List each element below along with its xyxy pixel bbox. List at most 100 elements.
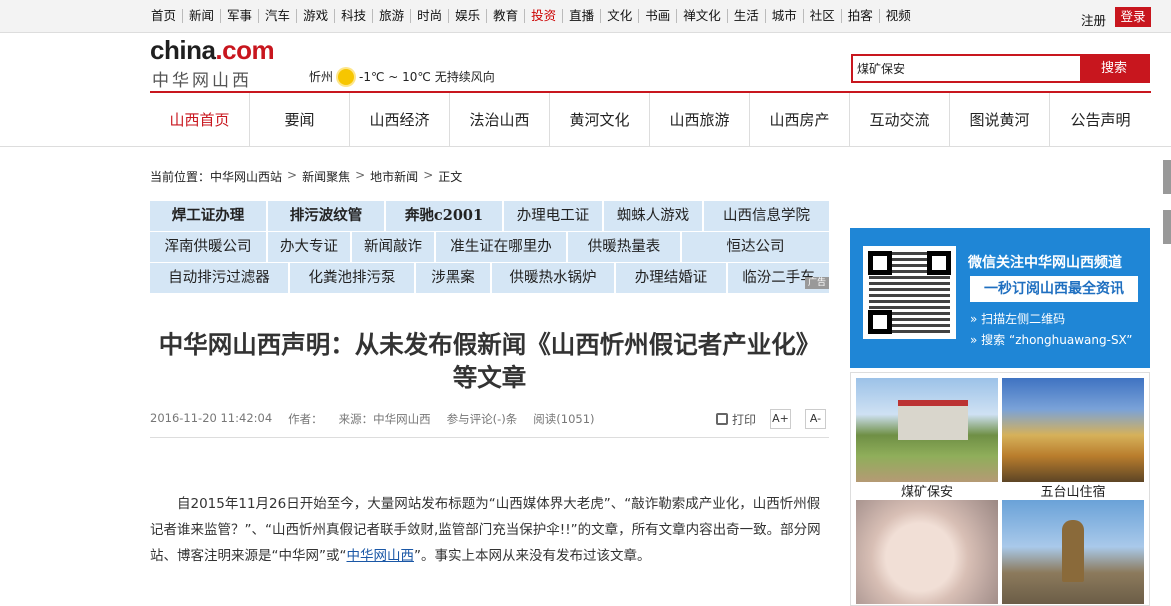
ad-link[interactable]: 办大专证 [268,232,350,262]
ad-link[interactable]: 涉黑案 [416,263,490,293]
topnav-item[interactable]: 时尚 [411,9,450,23]
topnav-item[interactable]: 军事 [221,9,260,23]
topnav-item[interactable]: 新闻 [183,9,222,23]
topnav-item[interactable]: 汽车 [259,9,298,23]
mainnav-item[interactable]: 公告声明 [1050,93,1151,147]
topnav-item[interactable]: 娱乐 [449,9,488,23]
photo-baby[interactable] [856,500,998,604]
ad-tag: 广告 [804,277,829,289]
topnav-item[interactable]: 生活 [728,9,766,23]
register-link[interactable]: 注册 [1081,10,1106,29]
weather-city: 忻州 [309,70,334,84]
mainnav-item[interactable]: 山西旅游 [650,93,750,147]
topnav-item[interactable]: 城市 [766,9,804,23]
photo-wutaishan[interactable] [1002,378,1144,482]
login-button[interactable]: 登录 [1115,7,1151,27]
ad-row: 浑南供暖公司 办大专证 新闻敲诈 准生证在哪里办 供暖热量表 恒达公司 [150,232,829,262]
ad-link[interactable]: 排污波纹管 [268,201,384,231]
breadcrumb-item[interactable]: 中华网山西站 [210,168,282,185]
ad-row: 自动排污过滤器 化粪池排污泵 涉黑案 供暖热水锅炉 办理结婚证 临汾二手车 [150,263,829,293]
mainnav-item[interactable]: 山西经济 [350,93,450,147]
mainnav-item[interactable]: 山西首页 [150,93,250,147]
photo-caption[interactable]: 五台山住宿 [1002,481,1144,500]
print-icon[interactable] [716,413,728,425]
search-button[interactable]: 搜索 [1080,56,1148,81]
article-meta: 2016-11-20 11:42:04 作者： 来源：中华网山西 参与评论(-)… [150,411,595,427]
topnav-item[interactable]: 书画 [639,9,678,23]
photo-buddha[interactable] [1002,500,1144,604]
ad-link[interactable]: 准生证在哪里办 [436,232,566,262]
breadcrumb-label: 当前位置： [150,170,211,184]
logo-subtitle: 中华网山西 [152,71,252,91]
qr-corner [927,251,951,275]
qr-corner [868,310,892,334]
wechat-hint-search: » 搜索 “zhonghuawang-SX” [970,333,1133,347]
font-increase-button[interactable]: A+ [770,409,792,429]
topnav-item[interactable]: 视频 [880,9,917,23]
top-nav: 首页 新闻 军事 汽车 游戏 科技 旅游 时尚 娱乐 教育 投资 直播 文化 书画 禅文化 生活 城市 社区 拍客视… [148,9,917,23]
paragraph-text-end: ”。事实上本网从来没有发布过该文章。 [413,548,651,564]
photo-grid: 煤矿保安 五台山住宿 [850,372,1150,606]
ad-link[interactable]: 焊工证办理 [150,201,266,231]
mainnav-item[interactable]: 法治山西 [450,93,550,147]
breadcrumb-item[interactable]: 地市新闻 [370,168,418,185]
mainnav-item[interactable]: 黄河文化 [550,93,650,147]
font-decrease-button[interactable]: A- [805,409,827,429]
topnav-item[interactable]: 教育 [487,9,526,23]
mainnav-item[interactable]: 山西房产 [750,93,850,147]
comments-link[interactable]: 参与评论(-)条 [447,411,518,427]
topnav-item[interactable]: 直播 [563,9,602,23]
topnav-item[interactable]: 游戏 [297,9,336,23]
photo-caption[interactable]: 煤矿保安 [856,481,998,500]
qr-code-icon [863,246,956,339]
breadcrumb-separator: > [355,168,366,182]
article-paragraph: 自2015年11月26日开始至今，大量网站发布标题为“山西媒体界大老虎”、“敲诈… [150,491,830,569]
ad-link[interactable]: 新闻敲诈 [352,232,434,262]
breadcrumb-item: 正文 [438,170,463,184]
article-title: 中华网山西声明：从未发布假新闻《山西忻州假记者产业化》等文章 [158,330,821,392]
print-button[interactable]: 打印 [732,411,756,428]
topnav-item[interactable]: 首页 [148,9,184,23]
qr-corner [868,251,892,275]
topnav-item[interactable]: 社区 [804,9,842,23]
logo-text: china [150,35,216,65]
nav-divider [0,146,1171,147]
ad-link[interactable]: 供暖热量表 [568,232,680,262]
article-tools: 打印 A+ A- [716,409,827,429]
ad-link[interactable]: 奔驰c2001 [386,201,502,231]
topnav-item[interactable]: 旅游 [373,9,412,23]
wechat-slogan: 一秒订阅山西最全资讯 [970,276,1138,302]
logo[interactable]: china.com [150,35,275,66]
topnav-item[interactable]: 投资 [525,9,564,23]
ad-link[interactable]: 恒达公司 [682,232,829,262]
logo-com: com [222,35,275,65]
topnav-item[interactable]: 文化 [601,9,640,23]
ad-link[interactable]: 办理电工证 [504,201,602,231]
ad-link[interactable]: 自动排污过滤器 [150,263,288,293]
ad-link[interactable]: 化粪池排污泵 [290,263,414,293]
side-float-button[interactable] [1163,210,1171,244]
wechat-banner[interactable]: 微信关注中华网山西频道 一秒订阅山西最全资讯 » 扫描左侧二维码 » 搜索 “z… [850,228,1150,368]
breadcrumb-item[interactable]: 新闻聚焦 [302,168,350,185]
mainnav-item[interactable]: 要闻 [250,93,350,147]
search-box: 搜索 [851,54,1150,83]
topnav-item[interactable]: 拍客 [842,9,880,23]
sun-icon [338,68,355,85]
ad-link[interactable]: 浑南供暖公司 [150,232,266,262]
breadcrumb-separator: > [423,168,434,182]
photo-coal-mine[interactable] [856,378,998,482]
topnav-item[interactable]: 科技 [335,9,374,23]
mainnav-item[interactable]: 图说黄河 [950,93,1050,147]
ad-link[interactable]: 蜘蛛人游戏 [604,201,702,231]
source-link[interactable]: 中华网山西 [346,548,414,564]
ad-link[interactable]: 办理结婚证 [616,263,726,293]
side-float-button[interactable] [1163,160,1171,194]
meta-divider [150,437,829,438]
statue-shape [1062,520,1084,582]
mainnav-item[interactable]: 互动交流 [850,93,950,147]
read-count: 阅读(1051) [533,412,595,426]
search-input[interactable] [853,56,1080,81]
ad-link[interactable]: 山西信息学院 [704,201,829,231]
topnav-item[interactable]: 禅文化 [677,9,728,23]
ad-link[interactable]: 供暖热水锅炉 [492,263,614,293]
